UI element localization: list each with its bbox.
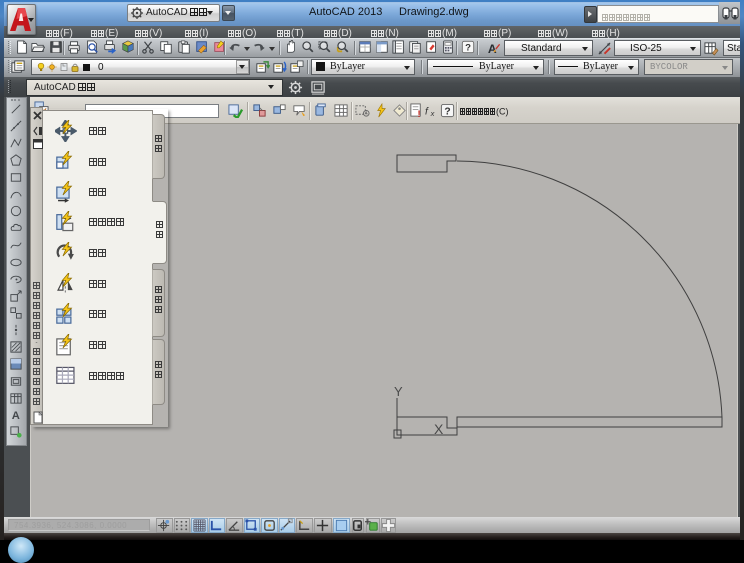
svg-text:?: ? — [465, 43, 471, 54]
svg-text:X: X — [434, 421, 444, 437]
svg-text:?: ? — [444, 106, 450, 117]
svg-text:!: ! — [417, 109, 420, 118]
svg-text:x: x — [430, 109, 435, 118]
svg-text:A: A — [12, 410, 20, 422]
svg-text:f: f — [425, 106, 429, 117]
svg-text:Y: Y — [394, 384, 403, 399]
svg-text:A: A — [488, 42, 497, 56]
